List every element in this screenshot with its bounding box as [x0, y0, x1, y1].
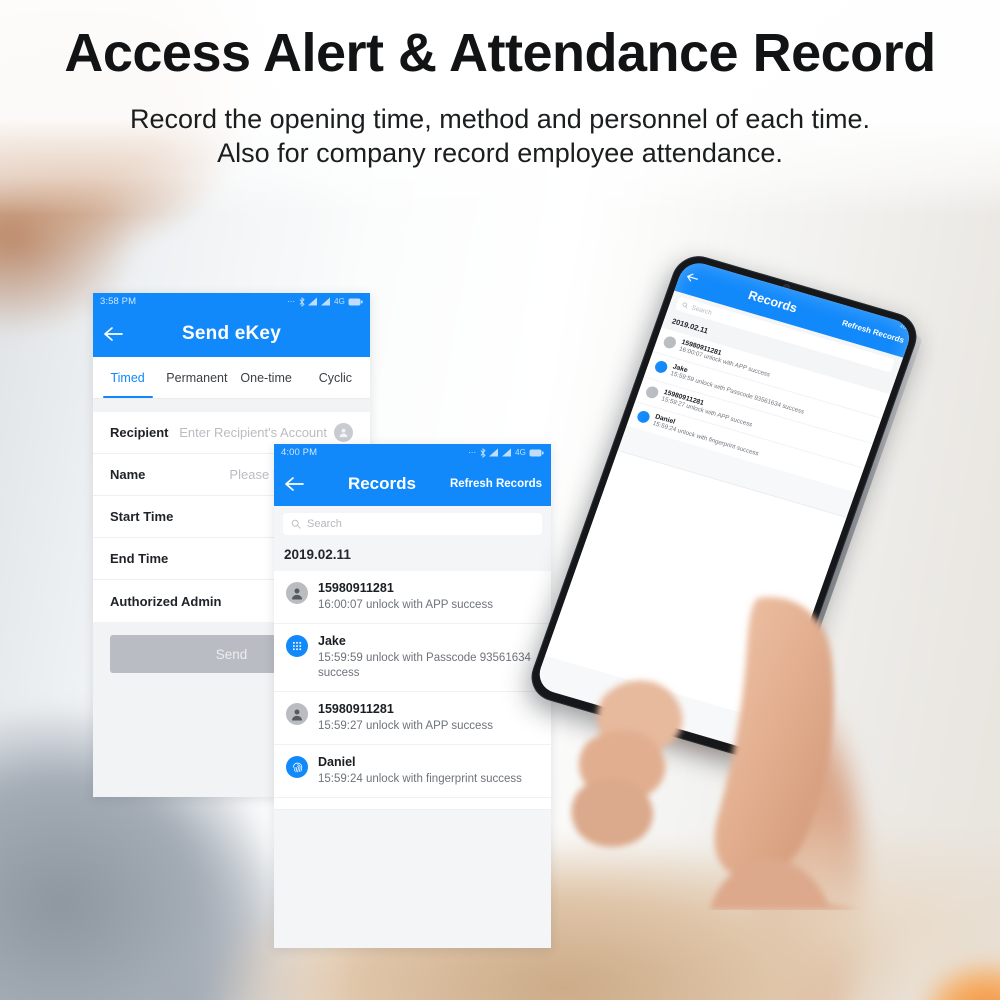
page-subtitle-line-1: Record the opening time, method and pers… [130, 104, 870, 134]
person-avatar-icon [286, 582, 308, 604]
record-name: Jake [318, 633, 346, 648]
list-item[interactable]: 15980911281 15:59:27 unlock with APP suc… [274, 692, 551, 746]
search-bar-container: Search [274, 506, 551, 541]
record-name: 15980911281 [318, 702, 394, 717]
arrow-left-icon [285, 476, 304, 491]
page-subtitle-line-2: Also for company record employee attenda… [217, 138, 783, 169]
records-list: 15980911281 16:00:07 unlock with APP suc… [274, 571, 551, 810]
refresh-records-button[interactable]: Refresh Records [450, 478, 542, 490]
field-label-authorized-admin: Authorized Admin [110, 593, 222, 609]
record-name: 15980911281 [318, 581, 394, 595]
bluetooth-icon [480, 447, 486, 458]
more-dots-icon: ⋯ [468, 448, 478, 457]
status-bar: 3:58 PM ⋯ 4G [93, 293, 370, 310]
fingerprint-glyph-icon [292, 762, 302, 772]
refresh-records-button[interactable]: Refresh Records [841, 318, 910, 346]
person-avatar-icon [644, 384, 661, 400]
phone-screen-records: 4:00 PM ⋯ 4G Records Refresh Records Sea… [274, 444, 551, 948]
network-type-label: 4G [334, 297, 345, 306]
list-item-body: Daniel 15:59:24 unlock with fingerprint … [318, 754, 522, 788]
nav-title: Send eKey [182, 322, 281, 344]
status-bar: 4:00 PM ⋯ 4G [274, 444, 551, 461]
page-subtitle: Record the opening time, method and pers… [0, 80, 1000, 170]
arrow-left-icon [104, 326, 123, 341]
list-item[interactable]: Daniel 15:59:24 unlock with fingerprint … [274, 745, 551, 798]
headline-block: Access Alert & Attendance Record Record … [0, 0, 1000, 170]
field-label-name: Name [110, 467, 146, 482]
list-item[interactable]: 15980911281 16:00:07 unlock with APP suc… [274, 571, 551, 624]
arrow-left-icon [686, 272, 698, 281]
status-bar-time: 3:58 PM [100, 296, 137, 307]
bluetooth-icon [299, 296, 305, 307]
keypad-glyph-icon [293, 641, 302, 650]
record-description: 15:59:27 unlock with APP success [318, 720, 493, 733]
battery-icon [348, 298, 363, 305]
status-bar-mini: 4G [898, 323, 909, 332]
status-bar-icons: ⋯ 4G [468, 447, 544, 458]
record-description: 16:00:07 unlock with APP success [318, 598, 493, 611]
records-empty-area [274, 809, 551, 948]
ekey-type-tabs: Timed Permanent One-time Cyclic [93, 357, 370, 399]
fingerprint-icon [635, 409, 652, 425]
status-bar-icons: ⋯ 4G [287, 296, 363, 307]
list-item-body: Jake 15:59:59 unlock with Passcode 93561… [318, 633, 539, 683]
person-glyph-icon [292, 588, 302, 600]
battery-icon [529, 449, 544, 456]
tab-permanent[interactable]: Permanent [162, 357, 231, 398]
form-top-gap [93, 399, 370, 412]
status-bar-time: 4:00 PM [281, 447, 318, 458]
person-avatar-icon [286, 703, 308, 726]
page-title: Access Alert & Attendance Record [64, 23, 936, 83]
back-button[interactable] [93, 325, 133, 343]
back-button[interactable] [274, 475, 314, 493]
person-glyph-icon [292, 709, 302, 721]
tab-timed[interactable]: Timed [93, 357, 162, 398]
recipient-input-placeholder: Enter Recipient's Account [179, 425, 327, 440]
records-list-bottom-divider [274, 797, 551, 810]
person-avatar-icon [662, 335, 678, 350]
nav-title: Records [347, 473, 416, 493]
list-item-body: 15980911281 15:59:27 unlock with APP suc… [318, 701, 493, 735]
field-label-recipient: Recipient [110, 425, 169, 440]
signal-bars-icon [502, 448, 512, 457]
list-item-body: 15980911281 16:00:07 unlock with APP suc… [318, 580, 493, 614]
record-name: Daniel [318, 755, 356, 770]
keypad-icon [653, 359, 669, 375]
search-placeholder: Search [307, 518, 342, 530]
search-icon [291, 519, 301, 529]
person-glyph-icon [339, 428, 348, 438]
tab-cyclic[interactable]: Cyclic [301, 357, 370, 398]
tab-one-time[interactable]: One-time [232, 357, 301, 398]
field-label-end-time: End Time [110, 551, 169, 566]
contact-avatar-icon[interactable] [334, 423, 353, 442]
nav-bar: Send eKey [93, 310, 370, 357]
records-date-header: 2019.02.11 [274, 541, 551, 571]
signal-bars-icon [321, 297, 331, 306]
search-placeholder: Search [690, 303, 713, 317]
signal-bars-icon [489, 448, 499, 457]
search-input[interactable]: Search [283, 513, 542, 535]
signal-bars-icon [308, 297, 318, 306]
record-description: 15:59:24 unlock with fingerprint success [318, 772, 522, 785]
keypad-icon [286, 634, 308, 657]
network-type-label: 4G [515, 448, 526, 457]
list-item[interactable]: Jake 15:59:59 unlock with Passcode 93561… [274, 624, 551, 693]
record-description: 15:59:59 unlock with Passcode 93561634 s… [318, 651, 531, 680]
fingerprint-icon [286, 756, 308, 779]
field-value-recipient[interactable]: Enter Recipient's Account [179, 423, 353, 442]
nav-bar: Records Refresh Records [274, 461, 551, 506]
field-label-start-time: Start Time [110, 509, 174, 524]
more-dots-icon: ⋯ [287, 297, 297, 306]
search-icon [682, 302, 688, 309]
